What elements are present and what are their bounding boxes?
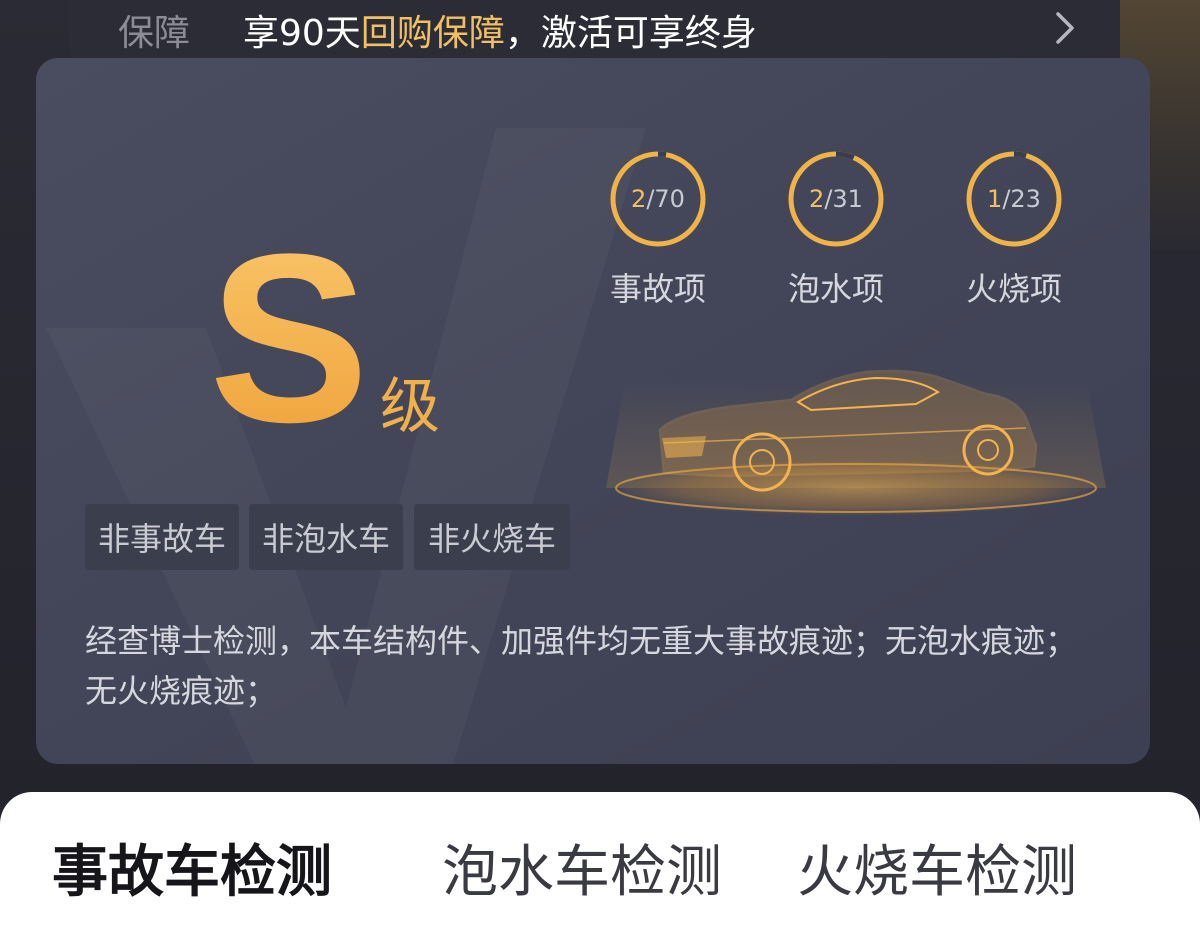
tag-no-fire: 非火烧车 <box>414 504 570 570</box>
grade-suffix: 级 <box>380 372 440 442</box>
car-illustration-icon <box>606 369 1106 516</box>
detection-tabs-sheet: 事故车检测 泡水车检测 火烧车检测 <box>0 792 1200 932</box>
fire-items-total: /23 <box>1002 185 1041 213</box>
accident-items-label: 事故项 <box>609 270 706 308</box>
flood-items-label: 泡水项 <box>787 270 884 308</box>
guarantee-text: 享90天回购保障，激活可享终身 <box>243 4 757 56</box>
accident-items-total: /70 <box>646 185 685 213</box>
accident-items-count: 2/70 <box>608 149 708 249</box>
accident-items-found: 2 <box>631 185 647 213</box>
guarantee-text-highlight: 回购保障 <box>360 13 505 54</box>
fire-items-count: 1/23 <box>964 149 1064 249</box>
tag-no-flood: 非泡水车 <box>249 504 403 570</box>
flood-items-found: 2 <box>809 185 825 213</box>
guarantee-text-suffix: ，激活可享终身 <box>504 13 757 54</box>
guarantee-text-prefix: 享90天 <box>243 13 361 54</box>
guarantee-bar[interactable]: 保障 享90天回购保障，激活可享终身 <box>70 0 1120 58</box>
accident-items-ring: 2/70 <box>608 149 708 249</box>
inspection-report-card: S 级 2/70 事故项 2/31 泡水项 1/23 火烧项 非事故车 非泡水车… <box>36 58 1150 764</box>
flood-items-ring: 2/31 <box>786 149 886 249</box>
fire-items-ring: 1/23 <box>964 149 1064 249</box>
fire-items-label: 火烧项 <box>965 270 1062 308</box>
tag-no-accident: 非事故车 <box>85 504 239 570</box>
chevron-right-icon[interactable] <box>1052 8 1078 48</box>
tab-fire-detection[interactable]: 火烧车检测 <box>797 841 1077 905</box>
tab-flood-detection[interactable]: 泡水车检测 <box>442 841 722 905</box>
flood-items-count: 2/31 <box>786 149 886 249</box>
guarantee-label: 保障 <box>118 13 191 54</box>
grade-letter: S <box>209 204 370 472</box>
tab-accident-detection[interactable]: 事故车检测 <box>52 841 332 905</box>
fire-items-found: 1 <box>987 185 1003 213</box>
inspection-description: 经查博士检测，本车结构件、加强件均无重大事故痕迹；无泡水痕迹；无火烧痕迹； <box>85 622 1078 710</box>
flood-items-total: /31 <box>824 185 863 213</box>
